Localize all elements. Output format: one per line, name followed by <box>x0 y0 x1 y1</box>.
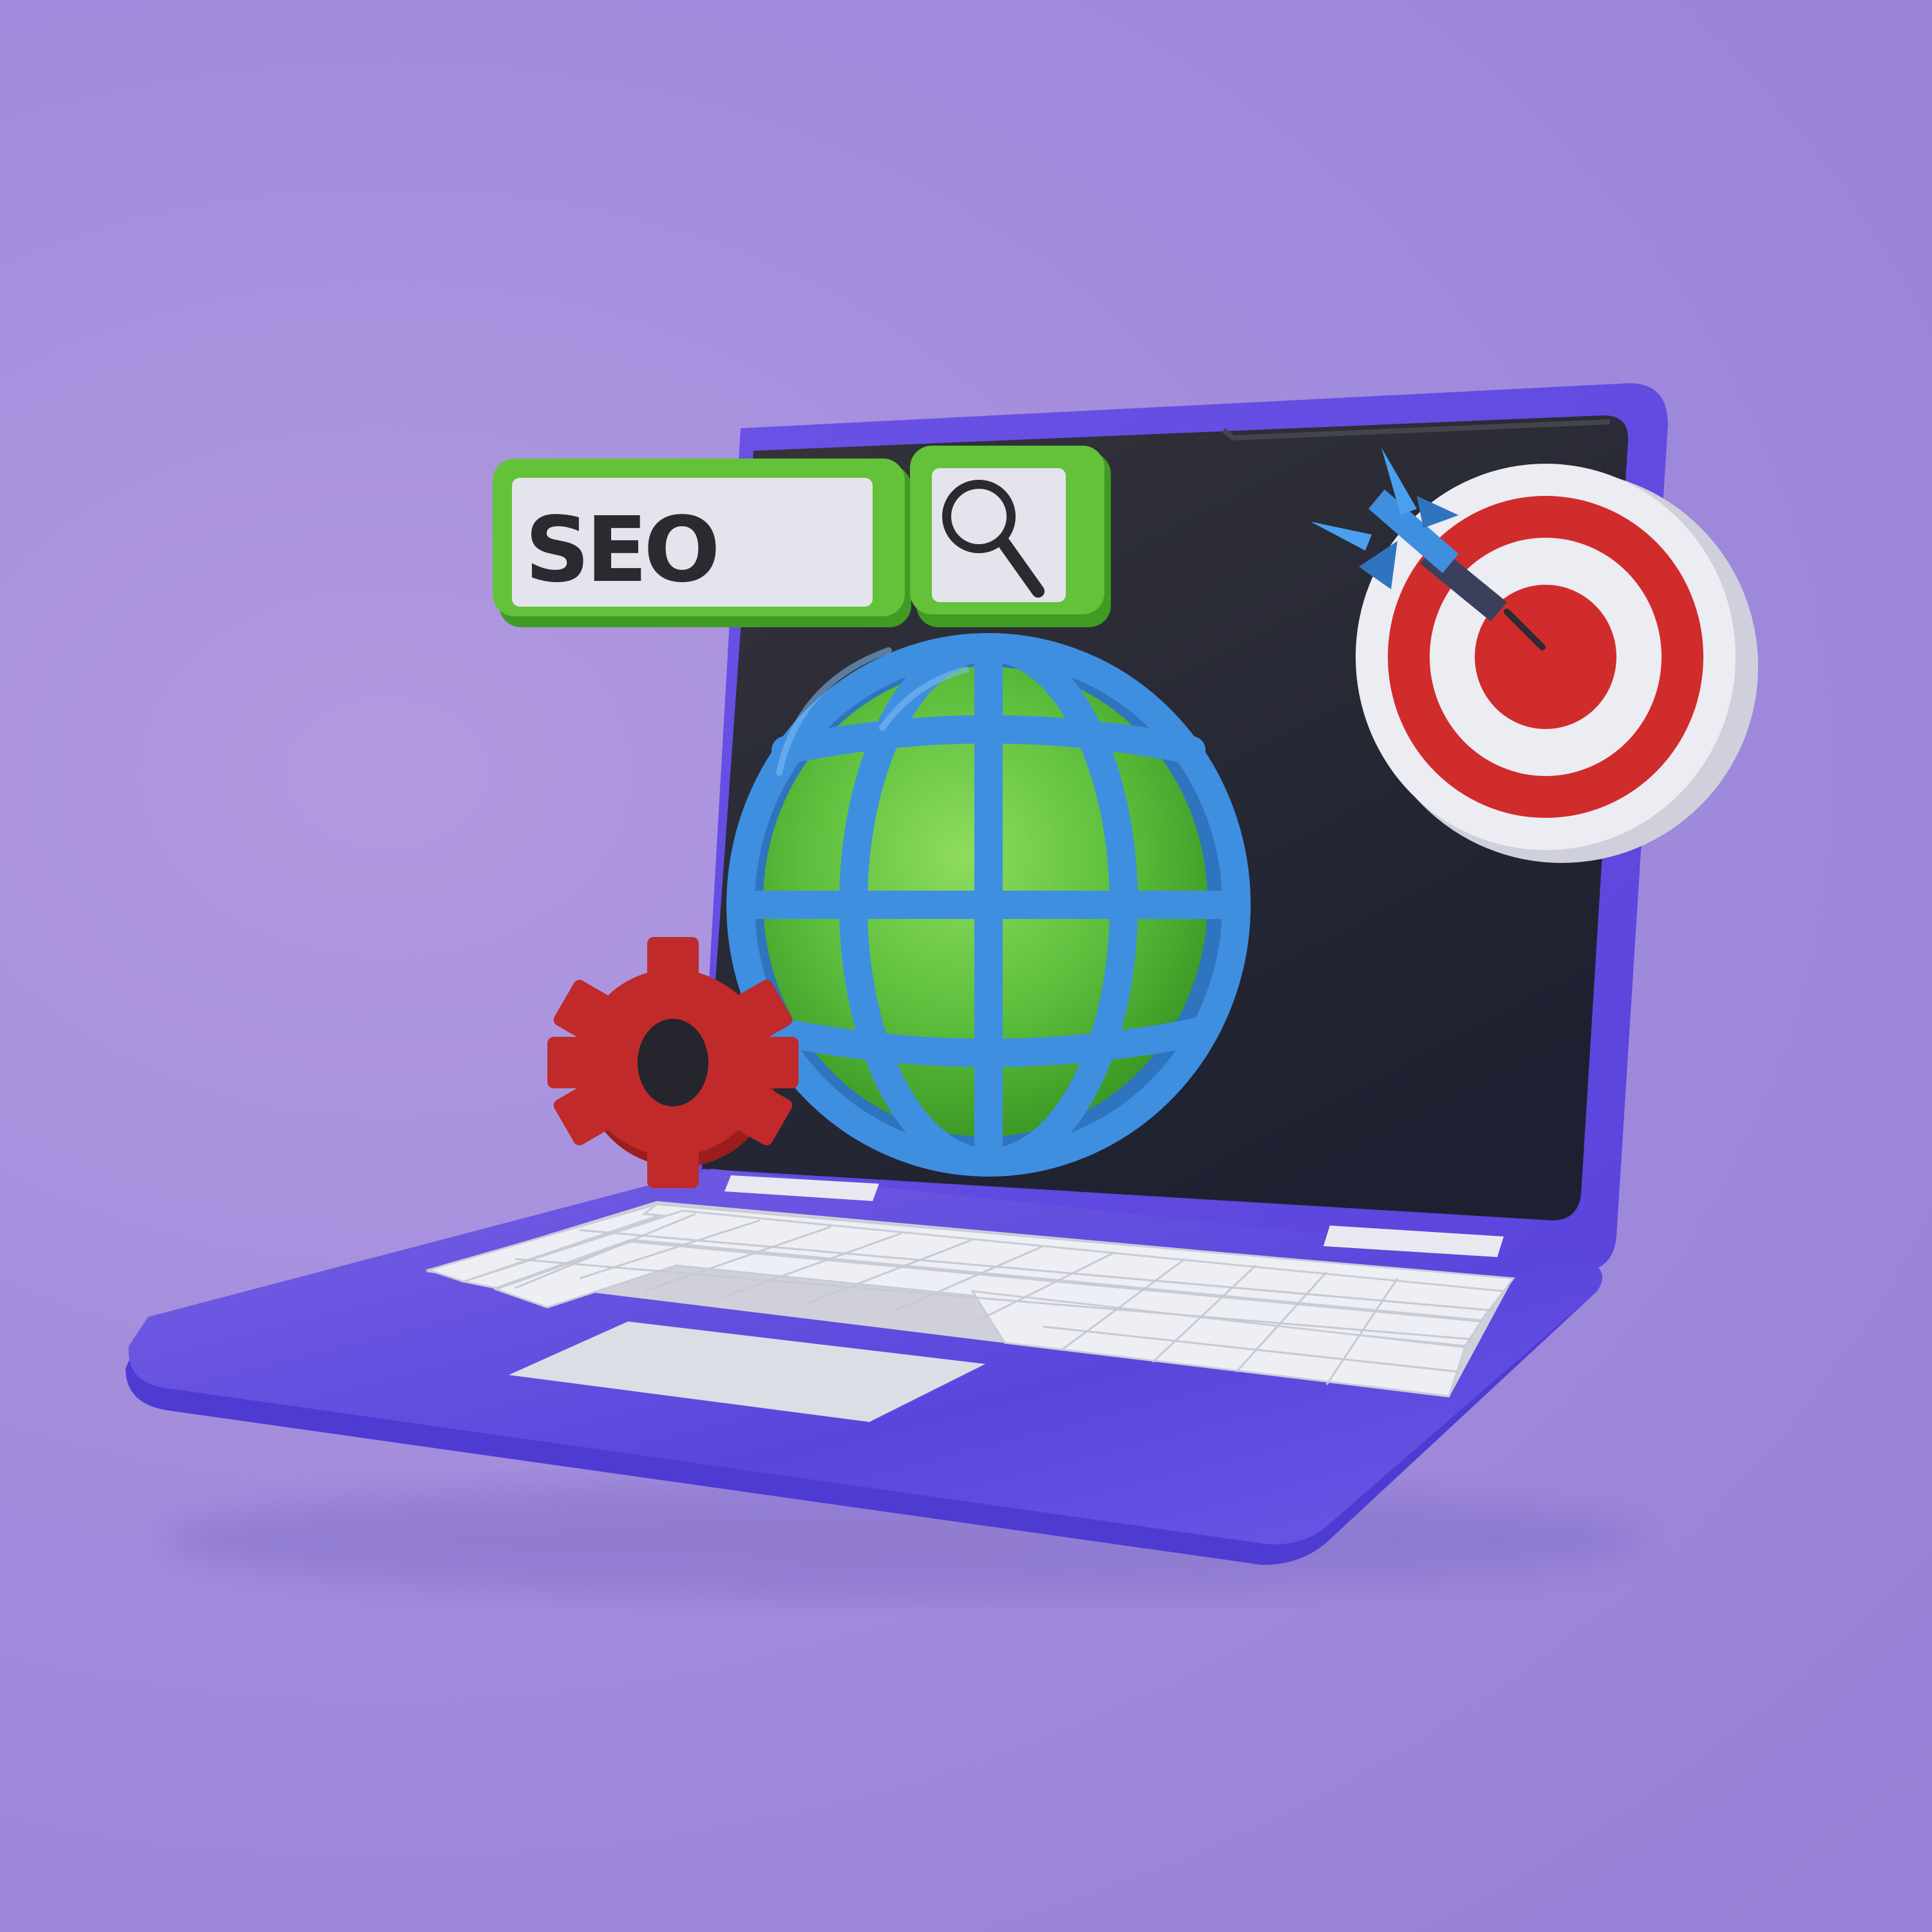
globe-icon <box>726 633 1251 1177</box>
search-button[interactable] <box>910 446 1111 627</box>
search-query-text: SEO <box>525 498 720 603</box>
seo-laptop-illustration <box>126 383 1758 1597</box>
